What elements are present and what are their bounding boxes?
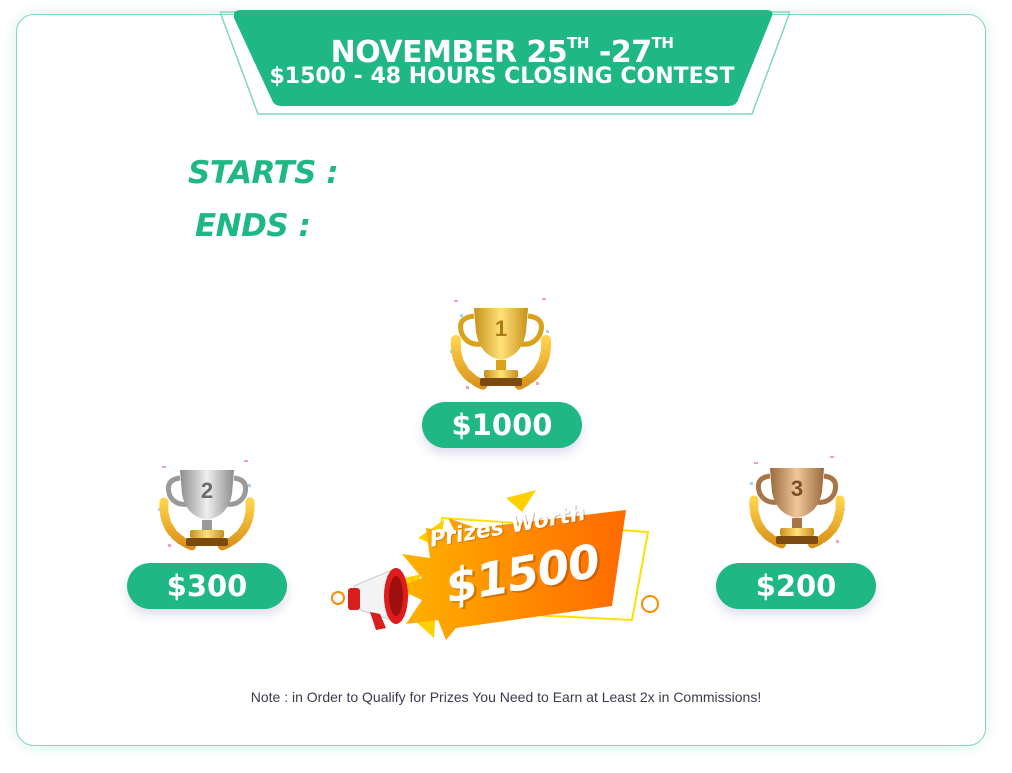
banner-subtitle: $1500 - 48 HOURS CLOSING CONTEST [269,64,735,89]
third-prize-amount: $200 [716,563,876,609]
second-prize-amount: $300 [127,563,287,609]
gold-trophy-icon: 1 [450,298,552,391]
first-prize-amount: $1000 [422,402,582,448]
svg-text:2: 2 [201,478,213,503]
svg-text:3: 3 [791,476,803,501]
qualification-note: Note : in Order to Qualify for Prizes Yo… [250,689,762,705]
svg-text:1: 1 [495,316,507,341]
banner-start-suffix: TH [567,34,589,52]
banner-end-suffix: TH [651,34,674,52]
silver-trophy-icon: 2 [158,460,255,551]
ends-label: ENDS : [195,208,311,244]
starts-label: STARTS : [188,155,339,191]
bronze-trophy-icon: 3 [749,456,845,549]
megaphone-icon [348,568,408,630]
